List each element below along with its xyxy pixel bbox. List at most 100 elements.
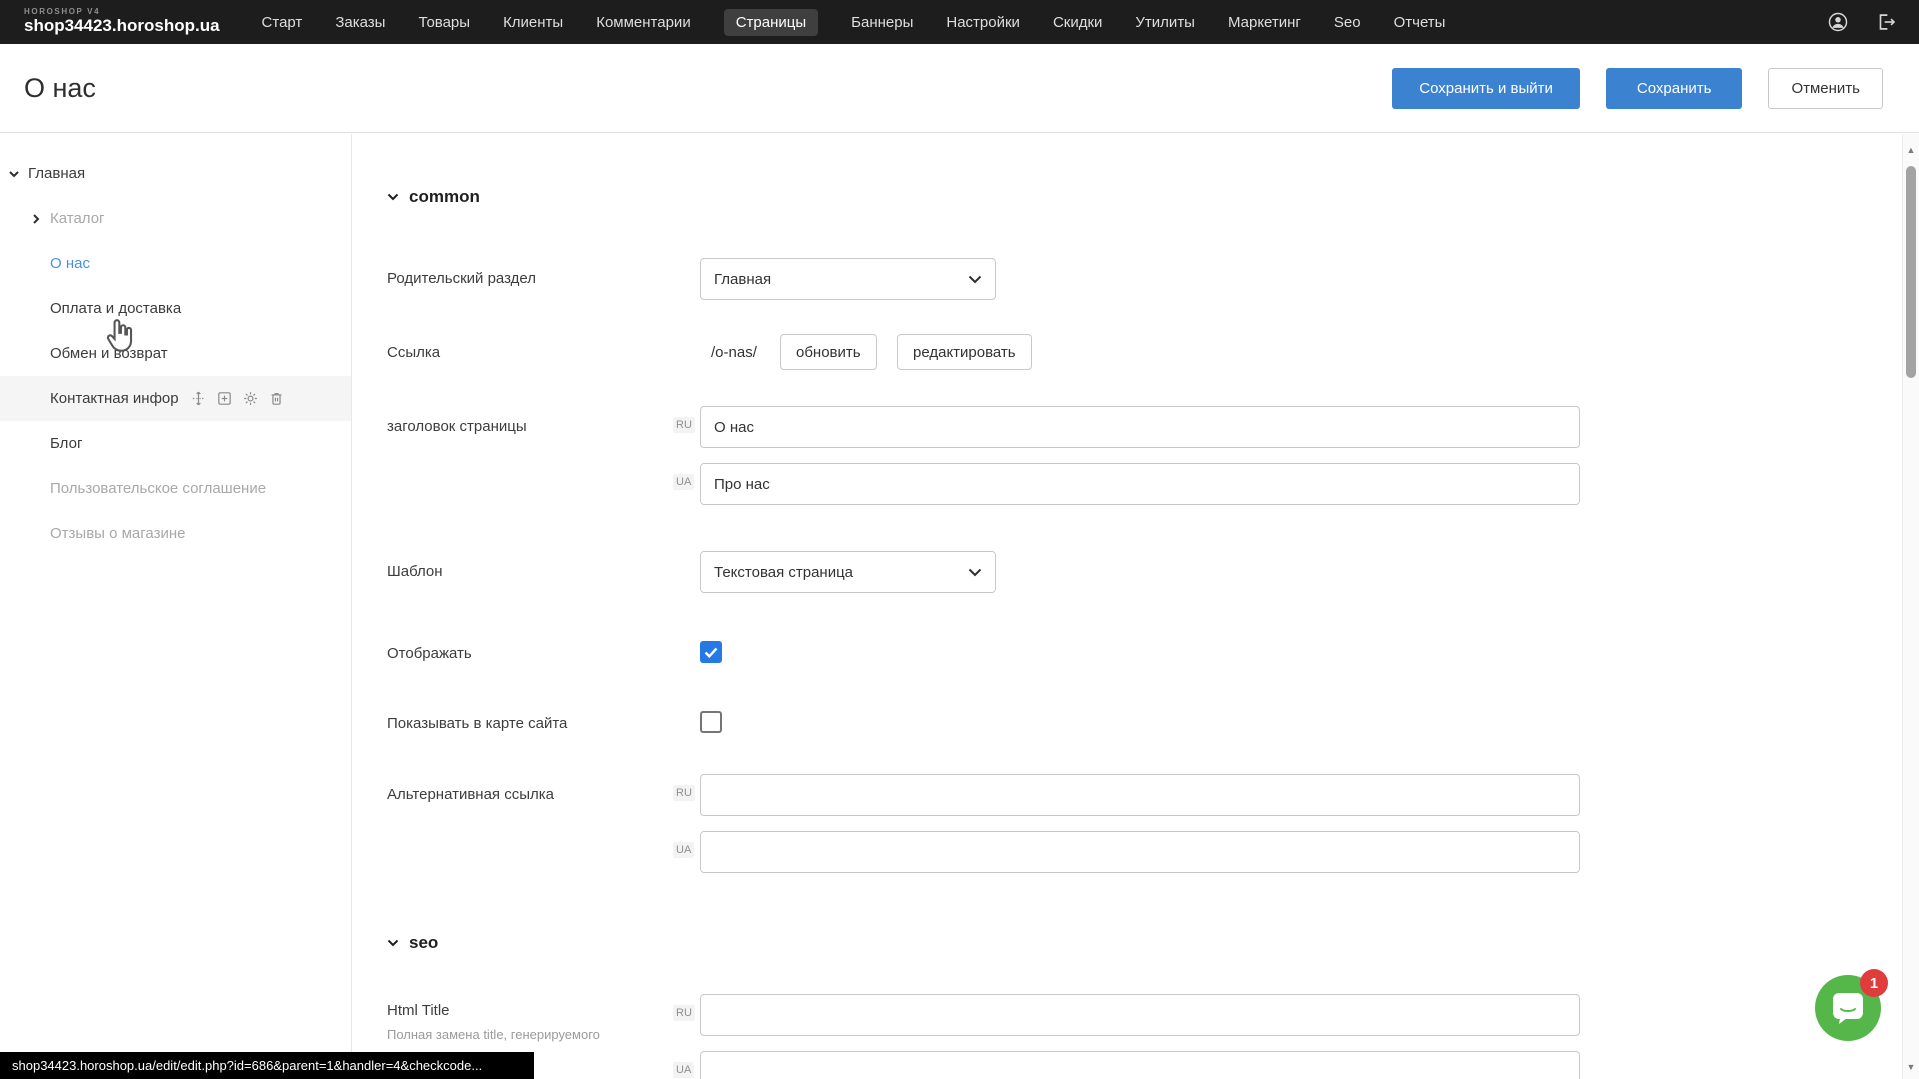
- link-label: Ссылка: [387, 344, 440, 361]
- alt-link-label: Альтернативная ссылка: [387, 786, 554, 803]
- scrollbar-down-arrow[interactable]: ▼: [1903, 1059, 1919, 1075]
- tree-item-label: Обмен и возврат: [50, 345, 168, 362]
- tree-item-o-nas[interactable]: О нас: [0, 241, 351, 286]
- nav-pages[interactable]: Страницы: [724, 9, 818, 36]
- nav-reports[interactable]: Отчеты: [1394, 9, 1446, 36]
- scrollbar-up-arrow[interactable]: ▲: [1903, 142, 1919, 158]
- display-label: Отображать: [387, 645, 472, 662]
- chat-widget-button[interactable]: 1: [1815, 975, 1881, 1041]
- tree-item-blog[interactable]: Блог: [0, 421, 351, 466]
- save-button[interactable]: Сохранить: [1606, 68, 1743, 109]
- nav-utilities[interactable]: Утилиты: [1135, 9, 1195, 36]
- logout-icon[interactable]: [1875, 11, 1897, 33]
- save-and-exit-button[interactable]: Сохранить и выйти: [1392, 68, 1580, 109]
- html-title-ua-input[interactable]: [700, 1051, 1580, 1079]
- page-edit-form: common Родительский раздел Главная Ссылк…: [353, 134, 1902, 1079]
- nav-marketing[interactable]: Маркетинг: [1228, 9, 1301, 36]
- template-select[interactable]: Текстовая страница: [700, 551, 996, 593]
- tree-item-label: Каталог: [50, 210, 105, 227]
- check-icon: [704, 647, 718, 658]
- sitemap-checkbox[interactable]: [700, 711, 722, 733]
- section-title: seo: [409, 933, 438, 953]
- parent-section-select[interactable]: Главная: [700, 258, 996, 300]
- top-navigation: Старт Заказы Товары Клиенты Комментарии …: [262, 9, 1446, 36]
- logo-domain: shop34423.horoshop.ua: [24, 17, 220, 36]
- delete-trash-icon[interactable]: [268, 390, 285, 407]
- tree-item-label: Блог: [50, 435, 82, 452]
- topbar-actions: [1827, 11, 1897, 33]
- chevron-down-icon: [968, 275, 982, 284]
- parent-section-label: Родительский раздел: [387, 270, 536, 287]
- account-icon[interactable]: [1827, 11, 1849, 33]
- lang-badge-ua: UA: [673, 842, 694, 858]
- scrollbar: ▲ ▼: [1902, 134, 1919, 1079]
- nav-orders[interactable]: Заказы: [335, 9, 385, 36]
- cancel-button[interactable]: Отменить: [1768, 68, 1883, 109]
- display-checkbox[interactable]: [700, 641, 722, 663]
- alt-link-ua-input[interactable]: [700, 831, 1580, 873]
- pages-tree-sidebar: Главная Каталог О нас Оплата и доставка …: [0, 134, 352, 1079]
- page-heading-label: заголовок страницы: [387, 418, 527, 435]
- tree-item-label: Главная: [28, 165, 85, 182]
- chat-bubble-icon: [1830, 991, 1866, 1025]
- nav-clients[interactable]: Клиенты: [503, 9, 563, 36]
- chevron-down-icon: [968, 568, 982, 577]
- chevron-down-icon: [8, 168, 20, 180]
- sitemap-label: Показывать в карте сайта: [387, 715, 567, 732]
- header-buttons: Сохранить и выйти Сохранить Отменить: [1392, 68, 1883, 109]
- section-title: common: [409, 187, 480, 207]
- section-common[interactable]: common: [387, 187, 480, 207]
- tree-item-oplata[interactable]: Оплата и доставка: [0, 286, 351, 331]
- page-title: О нас: [24, 73, 96, 104]
- link-update-button[interactable]: обновить: [780, 334, 877, 370]
- tree-item-glavnaya[interactable]: Главная: [0, 151, 351, 196]
- tree-item-label: О нас: [50, 255, 90, 272]
- nav-seo[interactable]: Seo: [1334, 9, 1361, 36]
- page-heading-ru-input[interactable]: [700, 406, 1580, 448]
- page-heading-ua-input[interactable]: [700, 463, 1580, 505]
- scrollbar-thumb[interactable]: [1906, 166, 1916, 378]
- tree-item-label: Оплата и доставка: [50, 300, 181, 317]
- chevron-down-icon: [387, 193, 399, 201]
- html-title-ru-input[interactable]: [700, 994, 1580, 1036]
- page-header: О нас Сохранить и выйти Сохранить Отмени…: [0, 44, 1919, 133]
- status-bar-url: shop34423.horoshop.ua/edit/edit.php?id=6…: [0, 1052, 534, 1079]
- chevron-right-icon: [30, 213, 42, 225]
- tree-item-soglashenie[interactable]: Пользовательское соглашение: [0, 466, 351, 511]
- nav-discounts[interactable]: Скидки: [1053, 9, 1102, 36]
- template-label: Шаблон: [387, 563, 443, 580]
- chevron-down-icon: [387, 939, 399, 947]
- link-path-value: /o-nas/: [711, 344, 757, 361]
- tree-item-katalog[interactable]: Каталог: [0, 196, 351, 241]
- tree-item-label: Пользовательское соглашение: [50, 480, 266, 497]
- html-title-hint: Полная замена title, генерируемого: [387, 1027, 602, 1043]
- alt-link-ru-input[interactable]: [700, 774, 1580, 816]
- logo[interactable]: HOROSHOP V4 shop34423.horoshop.ua: [24, 8, 220, 35]
- tree-item-label: Контактная инфор: [50, 390, 179, 407]
- nav-comments[interactable]: Комментарии: [596, 9, 690, 36]
- nav-start[interactable]: Старт: [262, 9, 303, 36]
- lang-badge-ru: RU: [673, 1005, 695, 1021]
- nav-banners[interactable]: Баннеры: [851, 9, 913, 36]
- section-seo[interactable]: seo: [387, 933, 438, 953]
- tree-item-otzyvy[interactable]: Отзывы о магазине: [0, 511, 351, 556]
- parent-section-value: Главная: [714, 271, 771, 288]
- nav-products[interactable]: Товары: [418, 9, 470, 36]
- chat-unread-badge: 1: [1860, 969, 1888, 997]
- tree-item-obmen[interactable]: Обмен и возврат: [0, 331, 351, 376]
- html-title-label: Html Title: [387, 1002, 450, 1019]
- lang-badge-ua: UA: [673, 1062, 694, 1078]
- nav-settings[interactable]: Настройки: [946, 9, 1020, 36]
- settings-gear-icon[interactable]: [242, 390, 259, 407]
- lang-badge-ru: RU: [673, 785, 695, 801]
- tree-item-actions: [190, 390, 285, 407]
- lang-badge-ru: RU: [673, 417, 695, 433]
- move-icon[interactable]: [190, 390, 207, 407]
- template-value: Текстовая страница: [714, 564, 853, 581]
- add-page-icon[interactable]: [216, 390, 233, 407]
- lang-badge-ua: UA: [673, 474, 694, 490]
- link-edit-button[interactable]: редактировать: [897, 334, 1032, 370]
- tree-item-label: Отзывы о магазине: [50, 525, 185, 542]
- topbar: HOROSHOP V4 shop34423.horoshop.ua Старт …: [0, 0, 1919, 44]
- tree-item-kontaktnaya[interactable]: Контактная инфор: [0, 376, 351, 421]
